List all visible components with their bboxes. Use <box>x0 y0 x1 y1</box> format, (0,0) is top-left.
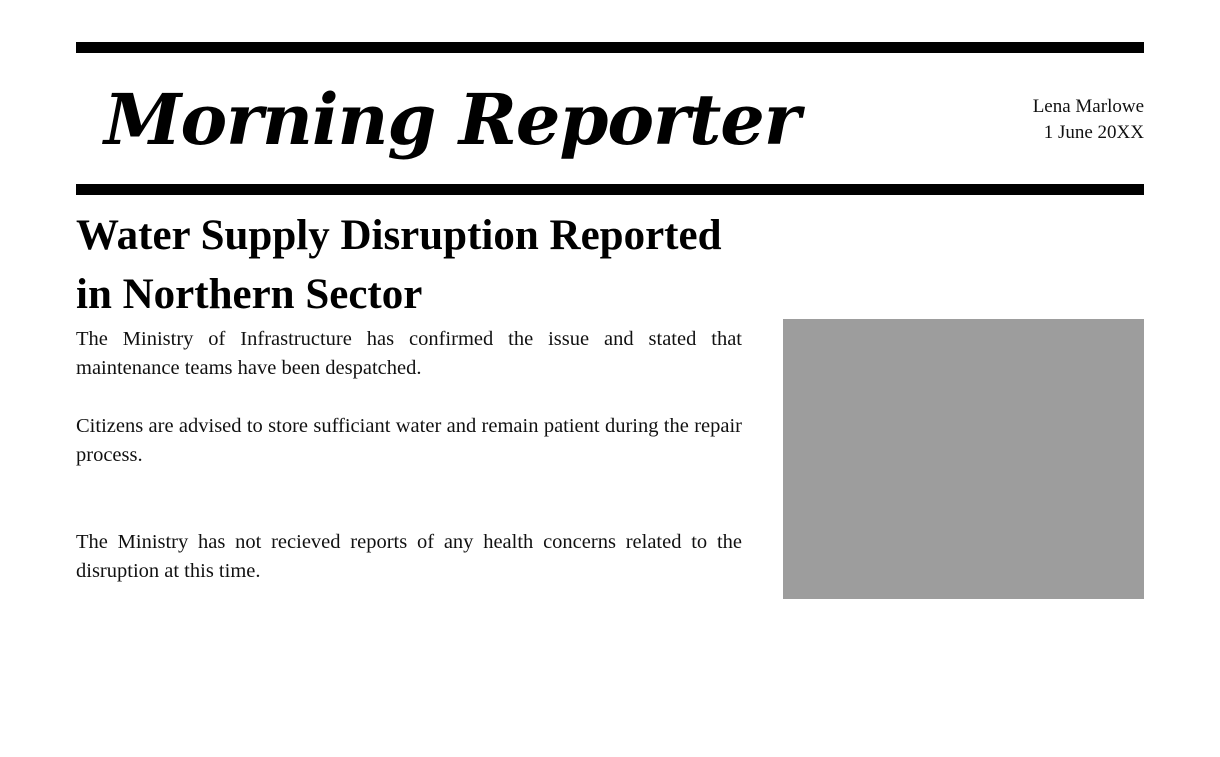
author-name: Lena Marlowe <box>1032 96 1144 117</box>
article-headline: Water Supply Disruption Reported in Nort… <box>76 212 722 318</box>
masthead-bottom-rule <box>76 184 1144 195</box>
publication-date: 1 June 20XX <box>1043 122 1144 143</box>
article-body: The Ministry of Infrastructure has confi… <box>76 325 742 586</box>
article-paragraph: Citizens are advised to store sufficiant… <box>76 415 742 466</box>
masthead-top-rule <box>76 42 1144 53</box>
article-paragraph: The Ministry of Infrastructure has confi… <box>76 328 742 379</box>
article-paragraph: The Ministry has not recieved reports of… <box>76 531 742 582</box>
byline: Lena Marlowe 1 June 20XX <box>1033 94 1144 146</box>
article-image-placeholder <box>783 319 1144 599</box>
masthead-title: Morning Reporter <box>104 78 801 161</box>
